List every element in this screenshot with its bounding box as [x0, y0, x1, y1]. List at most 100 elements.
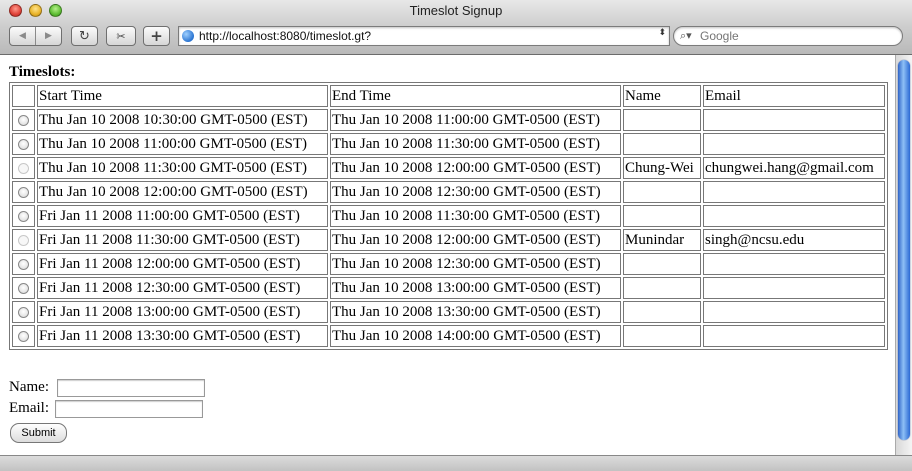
start-time-cell: Fri Jan 11 2008 13:30:00 GMT-0500 (EST) [37, 325, 328, 347]
plus-icon: + [150, 27, 163, 45]
start-time-cell: Thu Jan 10 2008 11:30:00 GMT-0500 (EST) [37, 157, 328, 179]
start-time-cell: Thu Jan 10 2008 12:00:00 GMT-0500 (EST) [37, 181, 328, 203]
name-cell: Chung-Wei [623, 157, 701, 179]
timeslot-radio[interactable] [18, 283, 29, 295]
end-time-cell: Thu Jan 10 2008 14:00:00 GMT-0500 (EST) [330, 325, 621, 347]
reload-button[interactable]: ↻ [71, 26, 98, 46]
name-cell [623, 277, 701, 299]
email-cell [703, 253, 885, 275]
vertical-scrollbar[interactable] [895, 55, 912, 455]
back-button[interactable]: ◀ [10, 27, 35, 45]
address-bar[interactable]: http://localhost:8080/timeslot.gt? ⬍ [178, 26, 670, 46]
select-cell [12, 277, 35, 299]
table-row: Fri Jan 11 2008 12:00:00 GMT-0500 (EST) T… [12, 253, 885, 275]
select-cell [12, 229, 35, 251]
forward-button[interactable]: ▶ [35, 27, 61, 45]
table-header-row: Start Time End Time Name Email [12, 85, 885, 107]
name-cell [623, 181, 701, 203]
start-time-cell: Thu Jan 10 2008 10:30:00 GMT-0500 (EST) [37, 109, 328, 131]
name-cell [623, 133, 701, 155]
table-row: Fri Jan 11 2008 13:30:00 GMT-0500 (EST) T… [12, 325, 885, 347]
name-cell [623, 253, 701, 275]
end-time-cell: Thu Jan 10 2008 11:30:00 GMT-0500 (EST) [330, 133, 621, 155]
browser-window: Timeslot Signup ◀ ▶ ↻ ✂ + http://localho… [0, 0, 912, 471]
timeslot-radio[interactable] [18, 259, 29, 271]
table-row: Thu Jan 10 2008 12:00:00 GMT-0500 (EST) T… [12, 181, 885, 203]
start-time-cell: Fri Jan 11 2008 12:30:00 GMT-0500 (EST) [37, 277, 328, 299]
start-time-cell: Fri Jan 11 2008 11:30:00 GMT-0500 (EST) [37, 229, 328, 251]
search-icon[interactable]: ⌕▾ [680, 29, 692, 43]
name-field[interactable] [57, 379, 205, 397]
timeslot-radio [18, 163, 29, 175]
window-title: Timeslot Signup [409, 3, 503, 18]
select-cell [12, 157, 35, 179]
submit-button[interactable]: Submit [10, 423, 67, 443]
end-time-cell: Thu Jan 10 2008 13:00:00 GMT-0500 (EST) [330, 277, 621, 299]
email-cell: chungwei.hang@gmail.com [703, 157, 885, 179]
table-row: Fri Jan 11 2008 12:30:00 GMT-0500 (EST) T… [12, 277, 885, 299]
start-time-cell: Fri Jan 11 2008 11:00:00 GMT-0500 (EST) [37, 205, 328, 227]
email-cell [703, 277, 885, 299]
column-header-email: Email [703, 85, 885, 107]
email-cell [703, 109, 885, 131]
name-cell [623, 301, 701, 323]
end-time-cell: Thu Jan 10 2008 12:00:00 GMT-0500 (EST) [330, 157, 621, 179]
start-time-cell: Fri Jan 11 2008 13:00:00 GMT-0500 (EST) [37, 301, 328, 323]
page-content: Timeslots: Start Time End Time Name Emai… [0, 55, 895, 455]
search-field[interactable]: ⌕▾ [673, 26, 903, 46]
timeslot-table: Start Time End Time Name Email Thu Jan 1… [9, 82, 888, 350]
name-cell [623, 205, 701, 227]
timeslot-radio[interactable] [18, 307, 29, 319]
table-row: Thu Jan 10 2008 11:30:00 GMT-0500 (EST) T… [12, 157, 885, 179]
scrollbar-thumb[interactable] [898, 60, 910, 440]
table-row: Thu Jan 10 2008 10:30:00 GMT-0500 (EST) T… [12, 109, 885, 131]
status-bar [0, 455, 912, 471]
end-time-cell: Thu Jan 10 2008 12:00:00 GMT-0500 (EST) [330, 229, 621, 251]
search-input[interactable] [700, 28, 895, 43]
select-cell [12, 181, 35, 203]
timeslot-radio[interactable] [18, 211, 29, 223]
email-cell [703, 205, 885, 227]
column-header-name: Name [623, 85, 701, 107]
column-header-select [12, 85, 35, 107]
table-row: Fri Jan 11 2008 11:00:00 GMT-0500 (EST) T… [12, 205, 885, 227]
name-cell [623, 325, 701, 347]
email-cell: singh@ncsu.edu [703, 229, 885, 251]
email-field[interactable] [55, 400, 203, 418]
start-time-cell: Thu Jan 10 2008 11:00:00 GMT-0500 (EST) [37, 133, 328, 155]
select-cell [12, 205, 35, 227]
timeslot-radio[interactable] [18, 115, 29, 127]
timeslot-radio[interactable] [18, 331, 29, 343]
start-time-cell: Fri Jan 11 2008 12:00:00 GMT-0500 (EST) [37, 253, 328, 275]
timeslot-radio[interactable] [18, 187, 29, 199]
name-cell: Munindar [623, 229, 701, 251]
browser-chrome: Timeslot Signup ◀ ▶ ↻ ✂ + http://localho… [0, 0, 912, 55]
email-cell [703, 325, 885, 347]
add-bookmark-button[interactable]: + [143, 26, 170, 46]
select-cell [12, 325, 35, 347]
email-label: Email: [9, 400, 49, 416]
select-cell [12, 109, 35, 131]
email-cell [703, 133, 885, 155]
snapback-button[interactable]: ✂ [106, 26, 136, 46]
select-cell [12, 301, 35, 323]
select-cell [12, 133, 35, 155]
end-time-cell: Thu Jan 10 2008 11:00:00 GMT-0500 (EST) [330, 109, 621, 131]
column-header-end-time: End Time [330, 85, 621, 107]
end-time-cell: Thu Jan 10 2008 13:30:00 GMT-0500 (EST) [330, 301, 621, 323]
end-time-cell: Thu Jan 10 2008 12:30:00 GMT-0500 (EST) [330, 253, 621, 275]
snapback-icon: ✂ [116, 29, 126, 43]
email-cell [703, 181, 885, 203]
select-cell [12, 253, 35, 275]
reload-icon: ↻ [79, 28, 90, 44]
address-text[interactable]: http://localhost:8080/timeslot.gt? [199, 29, 371, 43]
end-time-cell: Thu Jan 10 2008 12:30:00 GMT-0500 (EST) [330, 181, 621, 203]
timeslot-radio [18, 235, 29, 247]
table-row: Fri Jan 11 2008 13:00:00 GMT-0500 (EST) T… [12, 301, 885, 323]
globe-icon [182, 30, 194, 42]
history-buttons: ◀ ▶ [9, 26, 62, 46]
address-dropdown-icon[interactable]: ⬍ [658, 28, 666, 38]
column-header-start-time: Start Time [37, 85, 328, 107]
timeslot-radio[interactable] [18, 139, 29, 151]
email-cell [703, 301, 885, 323]
